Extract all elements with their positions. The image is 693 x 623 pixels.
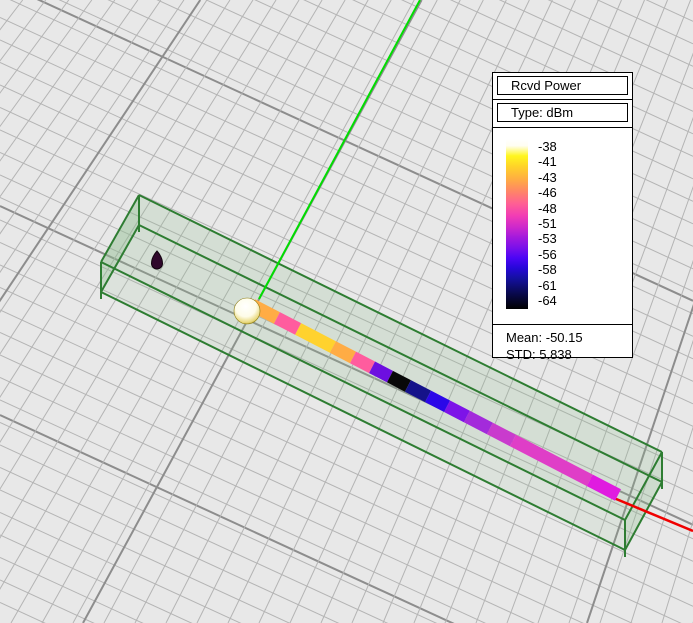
colorbar-tick-label: -61 [538,277,557,293]
legend-type-box: Type: dBm [497,103,628,122]
colorbar-tick-label: -64 [538,293,557,309]
route-segment[interactable] [329,341,357,364]
legend-title-section: Rcvd Power [493,76,632,100]
legend-type-section: Type: dBm [493,103,632,128]
std-value: STD: 5.838 [506,347,572,362]
colorbar-tick-label: -58 [538,262,557,278]
colorbar-section: -38 -41 -43 -46 -48 -51 -53 -56 -58 -61 -64 [493,128,632,325]
route-segment[interactable] [350,351,376,374]
colorbar-tick-label: -43 [538,169,557,185]
route-segment[interactable] [425,390,451,413]
legend-title-box: Rcvd Power [497,76,628,95]
colorbar-tick-label: -51 [538,216,557,231]
colorbar-gradient [506,139,528,309]
legend-stats-section: Mean: -50.15 STD: 5.838 [493,325,632,363]
mean-value: Mean: -50.15 [506,330,583,345]
origin-sphere-marker[interactable] [233,297,261,325]
colorbar-tick-label: -56 [538,246,557,262]
colorbar-tick-label: -48 [538,200,557,216]
colorbar-tick-label: -46 [538,185,557,201]
route-segment[interactable] [444,400,470,423]
colorbar-tick-label: -41 [538,154,557,170]
legend-type-label: Type: dBm [511,105,574,120]
legend-title: Rcvd Power [511,78,582,93]
route-segment[interactable] [404,380,432,403]
colorbar-tick-label: -53 [538,231,557,247]
colorbar-tick-label: -38 [538,138,557,154]
legend-panel: Rcvd Power Type: dBm -38 -41 -43 -46 -48 -51-… [492,72,633,362]
route-segment[interactable] [369,361,393,383]
viewport-3d[interactable]: Rcvd Power Type: dBm -38 -41 -43 -46 -48 -51-… [0,0,693,623]
route-segment[interactable] [386,370,411,392]
